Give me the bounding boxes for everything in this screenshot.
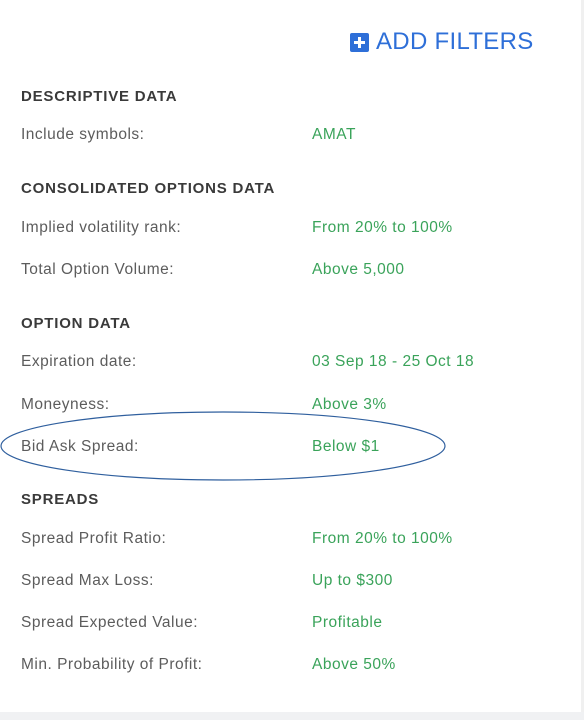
filter-row-moneyness[interactable]: Moneyness: Above 3% <box>0 396 560 416</box>
filter-value[interactable]: Up to $300 <box>312 572 393 590</box>
filter-value[interactable]: From 20% to 100% <box>312 530 453 548</box>
filter-value[interactable]: 03 Sep 18 - 25 Oct 18 <box>312 353 474 371</box>
filter-row-option-volume[interactable]: Total Option Volume: Above 5,000 <box>0 261 560 281</box>
filter-row-expiration-date[interactable]: Expiration date: 03 Sep 18 - 25 Oct 18 <box>0 353 560 373</box>
section-title-option: OPTION DATA <box>21 315 131 332</box>
filter-value[interactable]: From 20% to 100% <box>312 219 453 237</box>
filter-value[interactable]: Above 5,000 <box>312 261 405 279</box>
filter-label: Total Option Volume: <box>21 261 175 278</box>
filter-label: Include symbols: <box>21 126 145 143</box>
filter-label: Spread Max Loss: <box>21 572 154 589</box>
filter-label: Moneyness: <box>21 396 110 413</box>
add-filters-button[interactable]: ADD FILTERS <box>350 29 534 55</box>
filter-value[interactable]: Above 3% <box>312 396 387 414</box>
filters-panel: ADD FILTERS DESCRIPTIVE DATA Include sym… <box>0 0 584 720</box>
filter-label: Implied volatility rank: <box>21 219 182 236</box>
filter-label: Min. Probability of Profit: <box>21 656 203 673</box>
section-title-descriptive: DESCRIPTIVE DATA <box>21 88 178 105</box>
filter-value[interactable]: Profitable <box>312 614 382 632</box>
filter-value[interactable]: Above 50% <box>312 656 396 674</box>
add-filters-label: ADD FILTERS <box>376 28 534 55</box>
filter-label: Expiration date: <box>21 353 137 370</box>
filter-row-spread-max-loss[interactable]: Spread Max Loss: Up to $300 <box>0 572 560 592</box>
filter-row-include-symbols[interactable]: Include symbols: AMAT <box>0 126 560 146</box>
filter-value[interactable]: AMAT <box>312 126 356 144</box>
filter-label: Spread Profit Ratio: <box>21 530 167 547</box>
panel-footer-strip <box>0 712 584 720</box>
filter-row-bid-ask-spread[interactable]: Bid Ask Spread: Below $1 <box>0 438 560 458</box>
filter-label: Spread Expected Value: <box>21 614 199 631</box>
section-title-spreads: SPREADS <box>21 491 100 508</box>
filter-row-spread-expected-value[interactable]: Spread Expected Value: Profitable <box>0 614 560 634</box>
filter-label: Bid Ask Spread: <box>21 438 139 455</box>
plus-square-icon <box>350 32 369 52</box>
filter-row-min-probability-profit[interactable]: Min. Probability of Profit: Above 50% <box>0 656 560 676</box>
section-title-consolidated: CONSOLIDATED OPTIONS DATA <box>21 180 276 197</box>
filter-row-iv-rank[interactable]: Implied volatility rank: From 20% to 100… <box>0 219 560 239</box>
filter-row-spread-profit-ratio[interactable]: Spread Profit Ratio: From 20% to 100% <box>0 530 560 550</box>
filter-value[interactable]: Below $1 <box>312 438 380 456</box>
